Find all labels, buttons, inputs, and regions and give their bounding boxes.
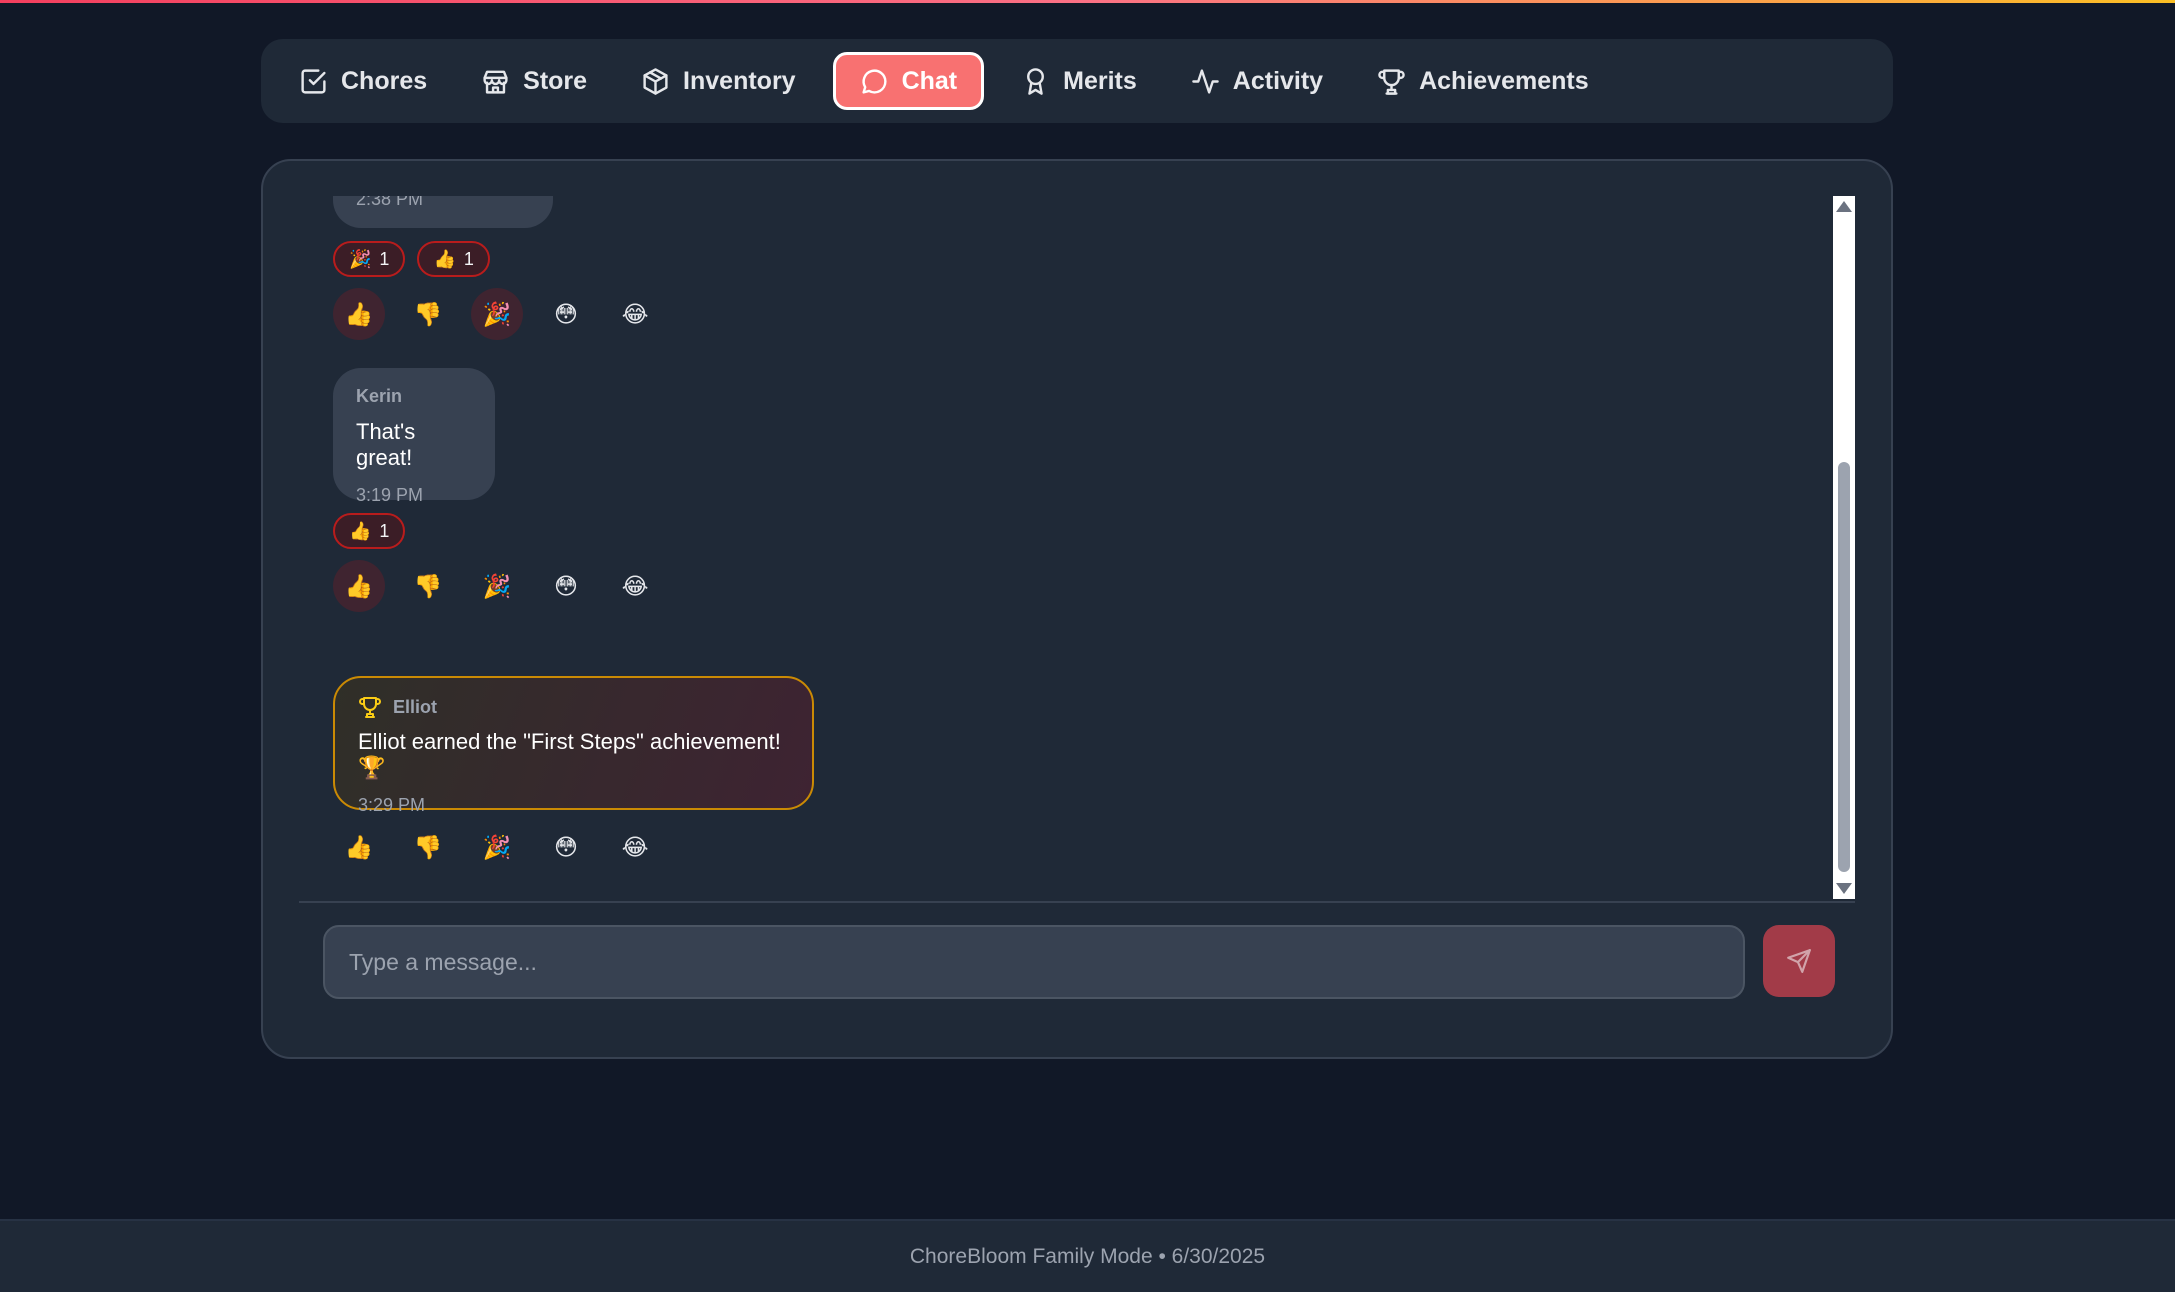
reaction-counts: 👍 1 bbox=[333, 513, 417, 549]
composer-divider bbox=[299, 901, 1855, 903]
react-thumbs-up-button[interactable]: 👍 bbox=[333, 821, 385, 873]
trophy-icon bbox=[1378, 68, 1405, 95]
chat-bubble-icon bbox=[861, 69, 887, 94]
message-sender: Kerin bbox=[356, 386, 403, 406]
react-party-button[interactable]: 🎉 bbox=[471, 560, 523, 612]
react-thumbs-down-button[interactable]: 👎 bbox=[402, 821, 454, 873]
react-flushed-button[interactable]: 😳 bbox=[540, 560, 592, 612]
reaction-count: 1 bbox=[463, 248, 474, 269]
reaction-picker: 👍 👎 🎉 😳 😂 bbox=[333, 821, 678, 873]
send-icon bbox=[1787, 949, 1811, 973]
reaction-chip[interactable]: 👍 1 bbox=[333, 513, 406, 549]
tab-label: Achievements bbox=[1419, 66, 1589, 95]
message-time: 2:38 PM bbox=[356, 196, 424, 209]
footer: ChoreBloom Family Mode • 6/30/2025 bbox=[0, 1219, 2175, 1292]
react-flushed-button[interactable]: 😳 bbox=[540, 821, 592, 873]
tab-label: Activity bbox=[1232, 66, 1324, 95]
send-button[interactable] bbox=[1763, 925, 1835, 997]
message-list[interactable]: 2:38 PM 🎉 1 👍 1 👍 👎 🎉 😳 😂 Kerin That's gre… bbox=[299, 196, 1839, 901]
trophy-icon bbox=[359, 697, 381, 718]
react-party-button[interactable]: 🎉 bbox=[471, 288, 523, 340]
tab-activity[interactable]: Activity bbox=[1174, 52, 1340, 110]
award-ribbon-icon bbox=[1027, 67, 1045, 95]
scroll-up-arrow-icon[interactable] bbox=[1836, 201, 1852, 212]
reaction-count: 1 bbox=[379, 248, 390, 269]
message-bubble: Kerin That's great! 3:19 PM bbox=[333, 368, 495, 505]
react-thumbs-up-button[interactable]: 👍 bbox=[333, 560, 385, 612]
message-time: 3:19 PM bbox=[356, 485, 424, 505]
tab-label: Chores bbox=[341, 66, 428, 95]
message-text: Elliot earned the "First Steps" achievem… bbox=[358, 729, 781, 780]
sender-name: Elliot bbox=[393, 696, 437, 717]
reaction-picker: 👍 👎 🎉 😳 😂 bbox=[333, 560, 678, 612]
reaction-counts: 🎉 1 👍 1 bbox=[333, 241, 502, 277]
react-flushed-button[interactable]: 😳 bbox=[540, 288, 592, 340]
scroll-down-arrow-icon[interactable] bbox=[1836, 883, 1852, 894]
react-laugh-button[interactable]: 😂 bbox=[609, 560, 661, 612]
react-thumbs-down-button[interactable]: 👎 bbox=[402, 560, 454, 612]
react-thumbs-up-button[interactable]: 👍 bbox=[333, 288, 385, 340]
achievement-message: Elliot Elliot earned the "First Steps" a… bbox=[333, 676, 814, 815]
checkbox-icon bbox=[301, 68, 326, 94]
message-scrollbar[interactable] bbox=[1833, 196, 1855, 899]
react-party-button[interactable]: 🎉 bbox=[471, 821, 523, 873]
react-laugh-button[interactable]: 😂 bbox=[609, 821, 661, 873]
tab-label: Inventory bbox=[683, 66, 796, 95]
tab-achievements[interactable]: Achievements bbox=[1360, 52, 1606, 110]
tab-chat[interactable]: Chat bbox=[832, 52, 985, 110]
message-input-placeholder: Type a message... bbox=[349, 948, 537, 975]
tab-label: Store bbox=[523, 66, 588, 95]
main-nav: Chores Store Inventory Chat Merits Activ… bbox=[261, 39, 1893, 123]
message-text: That's great! bbox=[356, 419, 416, 470]
reaction-chip[interactable]: 🎉 1 bbox=[333, 241, 406, 277]
message-sender: Elliot bbox=[358, 695, 789, 719]
message-input[interactable]: Type a message... bbox=[323, 925, 1745, 999]
top-accent-bar bbox=[0, 0, 2175, 3]
react-laugh-button[interactable]: 😂 bbox=[609, 288, 661, 340]
tab-inventory[interactable]: Inventory bbox=[624, 52, 813, 110]
tab-store[interactable]: Store bbox=[464, 52, 604, 110]
message-time: 3:29 PM bbox=[358, 795, 426, 815]
tab-label: Merits bbox=[1063, 66, 1137, 95]
reaction-picker: 👍 👎 🎉 😳 😂 bbox=[333, 288, 678, 340]
tab-merits[interactable]: Merits bbox=[1004, 52, 1154, 110]
scrollbar-thumb[interactable] bbox=[1838, 462, 1850, 872]
footer-text: ChoreBloom Family Mode • 6/30/2025 bbox=[909, 1244, 1266, 1268]
tab-label: Chat bbox=[901, 66, 958, 95]
package-icon bbox=[643, 67, 668, 95]
party-popper-icon: 🎉 bbox=[349, 248, 372, 269]
thumbs-up-icon: 👍 bbox=[433, 248, 456, 269]
reaction-count: 1 bbox=[379, 520, 390, 541]
reaction-chip[interactable]: 👍 1 bbox=[417, 241, 490, 277]
thumbs-up-icon: 👍 bbox=[349, 520, 372, 541]
react-thumbs-down-button[interactable]: 👎 bbox=[402, 288, 454, 340]
activity-pulse-icon bbox=[1191, 68, 1219, 94]
chat-panel: 2:38 PM 🎉 1 👍 1 👍 👎 🎉 😳 😂 Kerin That's gre… bbox=[261, 159, 1893, 1059]
store-icon bbox=[483, 70, 508, 94]
tab-chores[interactable]: Chores bbox=[290, 52, 444, 110]
message-bubble: 2:38 PM bbox=[333, 196, 553, 228]
